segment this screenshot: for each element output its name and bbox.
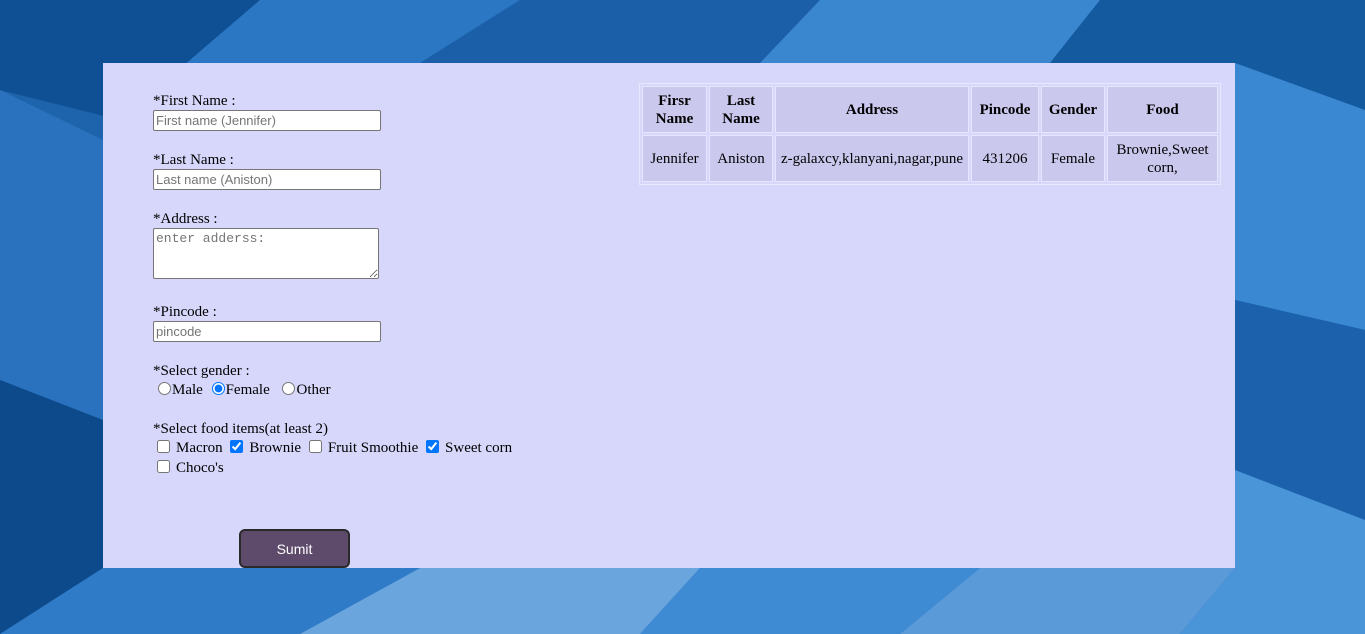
cell-address: z-galaxcy,klanyani,nagar,pune (775, 135, 969, 182)
last-name-input[interactable] (153, 169, 381, 190)
food-checkbox-chocos[interactable] (157, 460, 170, 473)
table-header-row: Firsr Name Last Name Address Pincode Gen… (642, 86, 1218, 133)
food-checkbox-sweet-corn[interactable] (426, 440, 440, 453)
gender-option-label: Male (172, 382, 203, 398)
results-table: Firsr Name Last Name Address Pincode Gen… (639, 83, 1221, 185)
food-option-label: Fruit Smoothie (327, 440, 419, 456)
header-last-name: Last Name (709, 86, 773, 133)
form-panel: *First Name : *Last Name : *Address : *P… (103, 63, 1235, 568)
cell-gender: Female (1041, 135, 1105, 182)
address-textarea[interactable] (153, 228, 379, 279)
first-name-input[interactable] (153, 110, 381, 131)
last-name-field: *Last Name : (153, 152, 381, 190)
food-option-label: Choco's (176, 460, 224, 476)
submit-button[interactable]: Sumit (239, 529, 350, 568)
food-checkbox-brownie[interactable] (230, 440, 244, 453)
address-field: *Address : (153, 211, 379, 279)
food-checkbox-macron[interactable] (157, 440, 170, 453)
pincode-input[interactable] (153, 321, 381, 342)
cell-last-name: Aniston (709, 135, 773, 182)
food-option-label: Sweet corn (445, 440, 513, 456)
cell-food: Brownie,Sweet corn, (1107, 135, 1218, 182)
food-option-label: Brownie (249, 440, 302, 456)
header-gender: Gender (1041, 86, 1105, 133)
gender-radio-female[interactable] (211, 382, 225, 395)
pincode-field: *Pincode : (153, 304, 381, 342)
gender-options: Male Female Other (153, 380, 331, 400)
gender-radio-male[interactable] (158, 382, 171, 395)
header-food: Food (1107, 86, 1218, 133)
cell-first-name: Jennifer (642, 135, 707, 182)
food-field: *Select food items(at least 2) Macron Br… (153, 421, 513, 478)
gender-option-label: Other (296, 382, 331, 398)
gender-option-label: Female (225, 382, 270, 398)
gender-label: *Select gender : (153, 363, 250, 379)
results-table-container: Firsr Name Last Name Address Pincode Gen… (639, 83, 1221, 185)
first-name-label: *First Name : (153, 93, 236, 109)
pincode-label: *Pincode : (153, 304, 217, 320)
food-label: *Select food items(at least 2) (153, 421, 328, 437)
header-pincode: Pincode (971, 86, 1039, 133)
header-first-name: Firsr Name (642, 86, 707, 133)
last-name-label: *Last Name : (153, 152, 234, 168)
header-address: Address (775, 86, 969, 133)
gender-field: *Select gender : Male Female Other (153, 363, 331, 400)
food-checkbox-fruit-smoothie[interactable] (308, 440, 322, 453)
first-name-field: *First Name : (153, 93, 381, 131)
gender-radio-other[interactable] (282, 382, 296, 395)
food-option-label: Macron (176, 440, 223, 456)
food-options: Macron Brownie Fruit Smoothie Sweet corn… (153, 438, 513, 478)
cell-pincode: 431206 (971, 135, 1039, 182)
address-label: *Address : (153, 211, 218, 227)
table-row: Jennifer Aniston z-galaxcy,klanyani,naga… (642, 135, 1218, 182)
